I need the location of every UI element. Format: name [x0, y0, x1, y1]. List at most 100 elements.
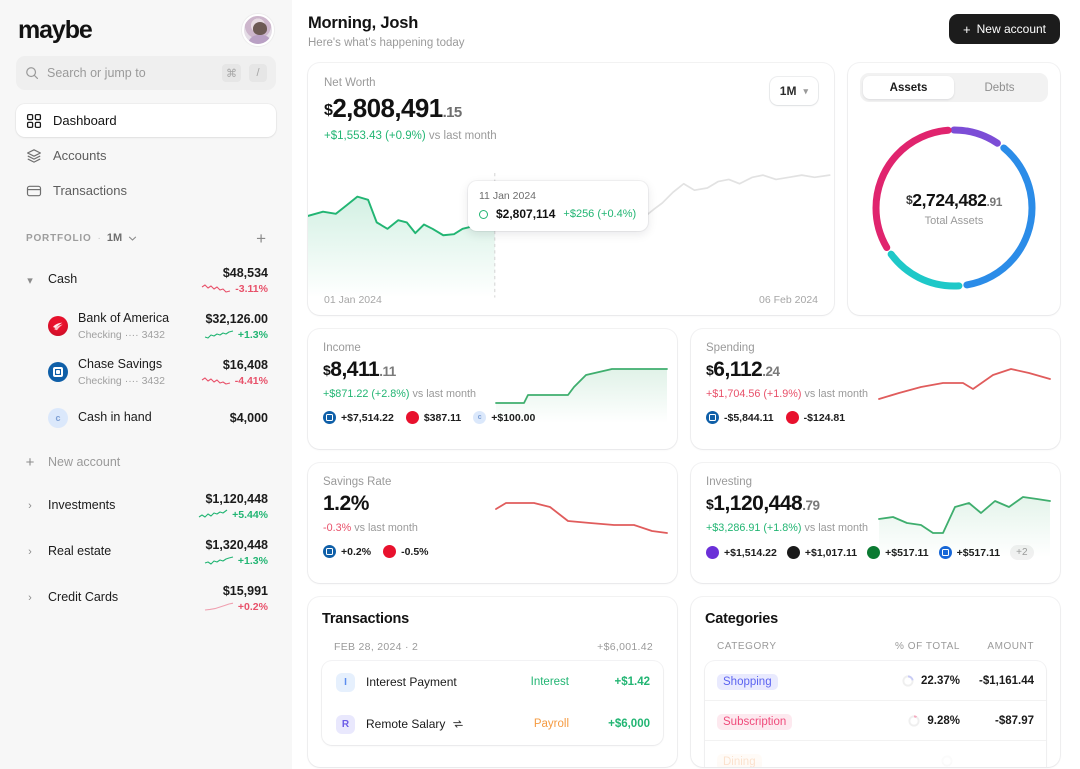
savings-chip-chase[interactable]: +0.2% [323, 545, 371, 558]
transaction-name-text: Interest Payment [366, 675, 457, 689]
table-row[interactable]: Dining [705, 741, 1046, 767]
account-list: ▾ Cash $48,534 -3.11% [16, 257, 276, 621]
portfolio-period[interactable]: 1M [107, 232, 122, 244]
spending-change-suffix: vs last month [801, 388, 868, 400]
table-row[interactable]: Subscription 9.28% -$87.97 [705, 701, 1046, 741]
spending-change-value: +$1,704.56 (+1.9%) [706, 388, 801, 400]
sidebar-item-accounts[interactable]: Accounts [16, 139, 276, 172]
sidebar-item-transactions[interactable]: Transactions [16, 174, 276, 207]
assets-card: Assets Debts $2,724,482.91 [848, 63, 1060, 315]
app-logo[interactable]: maybe [18, 16, 92, 45]
table-row[interactable]: Shopping 22.37% -$1,161.44 [705, 661, 1046, 701]
net-worth-card: Net Worth $2,808,491.15 +$1,553.43 (+0.9… [308, 63, 834, 315]
transaction-category[interactable]: Interest [531, 676, 569, 688]
investing-change-suffix: vs last month [801, 522, 868, 534]
bofa-icon [48, 316, 68, 336]
progress-ring-icon [941, 755, 953, 767]
savings-rate-change-suffix: vs last month [351, 522, 418, 534]
chase-icon [48, 362, 68, 382]
fidelity-icon [706, 546, 719, 559]
new-account-sidebar-button[interactable]: + New account [16, 441, 276, 483]
table-row[interactable]: R Remote Salary Payroll +$6,000 [322, 703, 663, 745]
savings-chip-bofa[interactable]: -0.5% [383, 545, 428, 558]
new-account-label: New account [48, 455, 120, 469]
account-row-bank-of-america[interactable]: Bank of America Checking ···· 3432 $32,1… [16, 303, 276, 349]
sidebar-nav: Dashboard Accounts Transactions [16, 104, 276, 207]
spending-chip-chase[interactable]: -$5,844.11 [706, 411, 774, 424]
chart-axis-labels: 01 Jan 2024 06 Feb 2024 [324, 294, 818, 306]
income-chip-bofa[interactable]: $387.11 [406, 411, 461, 424]
chevron-right-icon[interactable]: › [22, 546, 38, 558]
transactions-group-header: FEB 28, 2024 · 2 +$6,001.42 [322, 641, 663, 661]
transaction-category[interactable]: Payroll [534, 718, 569, 730]
transaction-amount: +$1.42 [580, 676, 650, 688]
group-date-text: FEB 28, 2024 [334, 641, 402, 653]
page-title: Morning, Josh [308, 14, 465, 33]
category-tag[interactable]: Shopping [717, 674, 778, 690]
chip-value: $387.11 [424, 412, 461, 424]
account-group-credit-cards[interactable]: › Credit Cards $15,991 +0.2% [16, 575, 276, 621]
income-change-value: +$871.22 (+2.8%) [323, 388, 409, 400]
sidebar-item-dashboard[interactable]: Dashboard [16, 104, 276, 137]
category-percent-text: 22.37% [921, 675, 960, 687]
bottom-row: Transactions FEB 28, 2024 · 2 +$6,001.42… [308, 597, 1060, 767]
account-balance: $32,126.00 [204, 311, 268, 327]
income-chip-chase[interactable]: +$7,514.22 [323, 411, 394, 424]
investing-chip-fidelity[interactable]: +$1,514.22 [706, 546, 777, 559]
category-amount: -$87.97 [960, 715, 1034, 727]
savings-rate-change-value: -0.3% [323, 522, 351, 534]
chip-value: +$7,514.22 [341, 412, 394, 424]
investing-chip-robinhood[interactable]: +$1,017.11 [787, 546, 857, 559]
search-input[interactable]: Search or jump to ⌘ / [16, 56, 276, 90]
account-group-cash[interactable]: ▾ Cash $48,534 -3.11% [16, 257, 276, 303]
net-worth-change-value: +$1,553.43 (+0.9%) [324, 130, 426, 142]
account-balance: $15,991 [204, 583, 268, 599]
portfolio-title: PORTFOLIO [26, 233, 92, 244]
table-row[interactable]: I Interest Payment Interest +$1.42 [322, 661, 663, 703]
account-group-real-estate[interactable]: › Real estate $1,320,448 +1.3% [16, 529, 276, 575]
cash-icon: c [48, 408, 68, 428]
avatar[interactable] [242, 14, 274, 46]
grid-icon [26, 113, 42, 129]
sparkline-icon [204, 555, 234, 566]
tab-debts[interactable]: Debts [954, 76, 1045, 99]
investing-change-value: +$3,286.91 (+1.8%) [706, 522, 801, 534]
chevron-right-icon[interactable]: › [22, 592, 38, 604]
account-row-chase-savings[interactable]: Chase Savings Checking ···· 3432 $16,408… [16, 349, 276, 395]
stats-row-2: Savings Rate 1.2% -0.3% vs last month +0… [308, 463, 1060, 583]
page-subtitle: Here's what's happening today [308, 37, 465, 49]
assets-total-value: 2,724,482 [912, 190, 986, 210]
assets-debts-toggle: Assets Debts [860, 73, 1048, 102]
spending-chip-bofa[interactable]: -$124.81 [786, 411, 845, 424]
chase-icon [323, 545, 336, 558]
main-content: Morning, Josh Here's what's happening to… [292, 0, 1080, 769]
account-group-investments[interactable]: › Investments $1,120,448 +5.44% [16, 483, 276, 529]
account-name: Cash [48, 272, 191, 288]
group-count: 2 [412, 641, 418, 653]
chevron-right-icon[interactable]: › [22, 500, 38, 512]
portfolio-header: PORTFOLIO · 1M + [16, 225, 276, 251]
account-name: Credit Cards [48, 590, 194, 606]
account-change: -4.41% [235, 375, 268, 387]
category-tag[interactable]: Dining [717, 754, 762, 768]
account-row-cash-in-hand[interactable]: c Cash in hand $4,000 [16, 395, 276, 441]
chase-icon [706, 411, 719, 424]
period-selector[interactable]: 1M ▾ [770, 77, 818, 105]
column-percent: % OF TOTAL [868, 641, 960, 652]
account-balance: $48,534 [201, 265, 268, 281]
chevron-down-icon[interactable]: ▾ [22, 274, 38, 287]
chip-value: +$1,017.11 [805, 547, 857, 559]
investing-cents: .79 [802, 498, 819, 513]
tab-assets[interactable]: Assets [863, 76, 954, 99]
chevron-down-icon[interactable] [128, 234, 137, 243]
net-worth-change: +$1,553.43 (+0.9%) vs last month [324, 130, 497, 142]
account-change: +0.2% [238, 601, 268, 613]
transaction-initial-icon: I [336, 673, 355, 692]
net-worth-cents: .15 [443, 104, 462, 121]
account-subtitle: Checking ···· 3432 [78, 329, 194, 341]
add-portfolio-button[interactable]: + [256, 230, 266, 247]
category-tag[interactable]: Subscription [717, 714, 792, 730]
robinhood-icon [787, 546, 800, 559]
kbd-command: ⌘ [222, 64, 241, 82]
new-account-button[interactable]: + New account [949, 14, 1060, 44]
